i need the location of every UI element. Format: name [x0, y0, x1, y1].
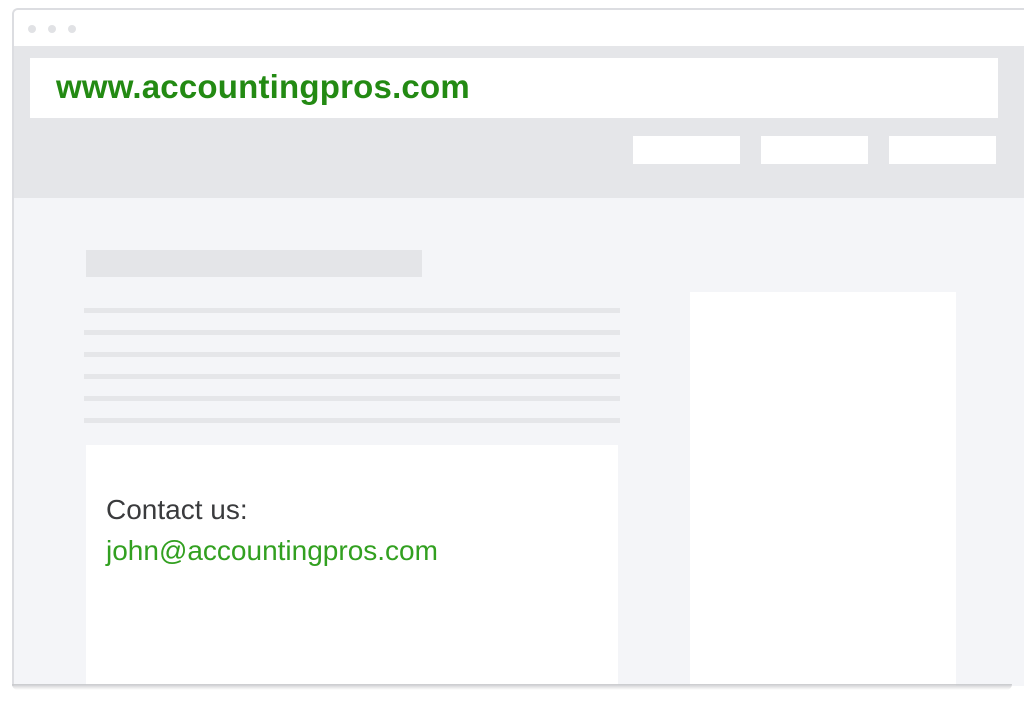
nav-button-3[interactable] — [889, 136, 996, 164]
text-line-placeholder — [84, 396, 620, 401]
nav-button-2[interactable] — [761, 136, 868, 164]
text-line-placeholder — [84, 308, 620, 313]
sidebar-panel — [690, 292, 956, 692]
nav-button-1[interactable] — [633, 136, 740, 164]
window-shadow — [12, 684, 1012, 690]
text-line-placeholder — [84, 374, 620, 379]
contact-card: Contact us: john@accountingpros.com — [86, 445, 618, 685]
window-control-dot[interactable] — [68, 25, 76, 33]
content-heading-placeholder — [86, 250, 422, 277]
text-line-placeholder — [84, 330, 620, 335]
contact-email-link[interactable]: john@accountingpros.com — [106, 530, 618, 571]
contact-label: Contact us: — [106, 494, 248, 525]
site-url[interactable]: www.accountingpros.com — [30, 58, 998, 118]
site-header: www.accountingpros.com — [14, 46, 1024, 198]
window-control-dot[interactable] — [28, 25, 36, 33]
text-line-placeholder — [84, 418, 620, 423]
text-line-placeholder — [84, 352, 620, 357]
window-control-dot[interactable] — [48, 25, 56, 33]
window-titlebar — [14, 10, 1024, 46]
